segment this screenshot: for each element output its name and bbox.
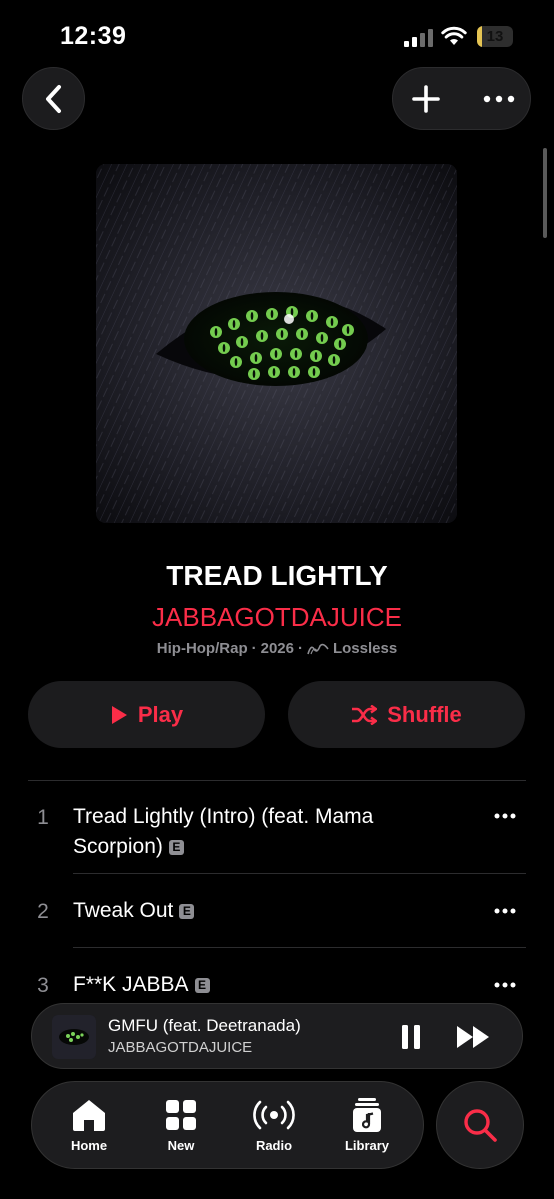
radio-icon	[253, 1100, 295, 1130]
battery-indicator: 13	[477, 26, 513, 47]
album-quality: Lossless	[332, 640, 398, 657]
track-title: Tweak Out	[73, 899, 174, 922]
track-row-title[interactable]: Tweak Out E	[73, 896, 453, 926]
library-icon	[353, 1098, 381, 1132]
track-number: 2	[37, 900, 49, 923]
pause-button[interactable]	[400, 1024, 422, 1050]
battery-level: 13	[486, 28, 504, 45]
track-title: F**K JABBA	[73, 973, 189, 996]
mini-player-artwork	[52, 1015, 96, 1059]
tab-label: Library	[344, 1138, 390, 1153]
status-time: 12:39	[60, 22, 127, 50]
divider	[28, 780, 526, 781]
home-icon	[73, 1100, 105, 1131]
track-number: 1	[37, 806, 49, 829]
wifi-icon	[441, 26, 467, 45]
back-button[interactable]	[22, 67, 85, 130]
track-title: Tread Lightly (Intro) (feat. Mama Scorpi…	[73, 805, 374, 858]
chevron-left-icon	[45, 84, 61, 113]
album-actions-pill	[392, 67, 531, 130]
meta-separator: ·	[251, 640, 257, 657]
lossless-icon	[307, 643, 329, 654]
album-year: 2026	[260, 640, 294, 657]
more-options-button[interactable]	[483, 94, 515, 104]
tab-label: Radio	[255, 1138, 293, 1153]
album-genre: Hip-Hop/Rap	[156, 640, 248, 657]
now-playing-title: GMFU (feat. Deetranada)	[108, 1016, 301, 1035]
album-artwork	[96, 164, 457, 523]
shuffle-label: Shuffle	[387, 701, 462, 727]
track-row-title[interactable]: Tread Lightly (Intro) (feat. Mama Scorpi…	[73, 802, 453, 862]
shuffle-button[interactable]: Shuffle	[288, 681, 525, 748]
add-button[interactable]	[411, 84, 441, 114]
meta-separator: ·	[297, 640, 303, 657]
tab-new[interactable]: New	[141, 1098, 221, 1153]
search-icon	[464, 1109, 497, 1142]
track-more-button[interactable]	[494, 982, 516, 988]
tab-label: New	[167, 1138, 195, 1153]
tab-label: Home	[70, 1138, 108, 1153]
explicit-badge: E	[168, 840, 184, 855]
scroll-indicator[interactable]	[543, 148, 547, 238]
now-playing-artist: JABBAGOTDAJUICE	[108, 1039, 253, 1056]
play-label: Play	[137, 701, 184, 727]
shuffle-icon	[352, 704, 378, 725]
tab-radio[interactable]: Radio	[234, 1098, 314, 1153]
skip-forward-button[interactable]	[456, 1024, 492, 1050]
play-button[interactable]: Play	[28, 681, 265, 748]
album-artist-link[interactable]: JABBAGOTDAJUICE	[0, 602, 554, 633]
grid-icon	[166, 1100, 196, 1130]
track-row-title[interactable]: F**K JABBA E	[73, 970, 453, 1000]
mini-player[interactable]: GMFU (feat. Deetranada) JABBAGOTDAJUICE	[31, 1003, 523, 1069]
explicit-badge: E	[179, 904, 195, 919]
play-icon	[111, 705, 127, 724]
tab-home[interactable]: Home	[49, 1098, 129, 1153]
album-title: TREAD LIGHTLY	[166, 560, 388, 591]
tab-bar: Home New Radio Library	[31, 1081, 424, 1169]
track-number: 3	[37, 974, 49, 997]
divider	[73, 873, 526, 874]
search-button[interactable]	[436, 1081, 524, 1169]
cellular-signal-icon	[404, 29, 434, 47]
divider	[73, 947, 526, 948]
track-more-button[interactable]	[494, 813, 516, 819]
explicit-badge: E	[194, 978, 210, 993]
track-more-button[interactable]	[494, 908, 516, 914]
album-metadata: Hip-Hop/Rap · 2026 · Lossless	[0, 640, 554, 657]
tab-library[interactable]: Library	[327, 1098, 407, 1153]
